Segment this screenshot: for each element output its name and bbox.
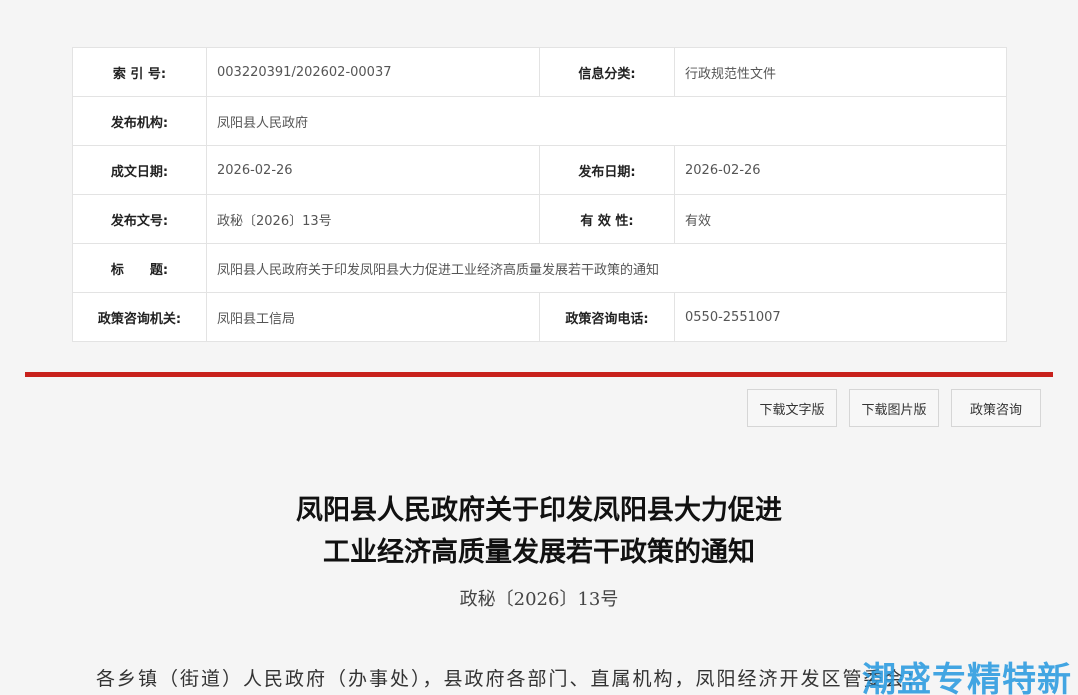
written-date-value: 2026-02-26 <box>206 145 540 195</box>
document-title: 凤阳县人民政府关于印发凤阳县大力促进 工业经济高质量发展若干政策的通知 <box>0 490 1078 574</box>
issuing-agency-label: 发布机构: <box>72 96 207 146</box>
consult-agency-label: 政策咨询机关: <box>72 292 207 342</box>
table-row: 标 题: 凤阳县人民政府关于印发凤阳县大力促进工业经济高质量发展若干政策的通知 <box>72 243 1007 293</box>
table-row: 发布机构: 凤阳县人民政府 <box>72 96 1007 146</box>
download-image-button[interactable]: 下载图片版 <box>849 389 939 427</box>
title-value: 凤阳县人民政府关于印发凤阳县大力促进工业经济高质量发展若干政策的通知 <box>206 243 1007 293</box>
issuing-agency-value: 凤阳县人民政府 <box>206 96 1007 146</box>
table-row: 成文日期: 2026-02-26 发布日期: 2026-02-26 <box>72 145 1007 195</box>
consult-phone-label: 政策咨询电话: <box>539 292 675 342</box>
consult-agency-value: 凤阳县工信局 <box>206 292 540 342</box>
info-category-value: 行政规范性文件 <box>674 47 1007 97</box>
document-title-line2: 工业经济高质量发展若干政策的通知 <box>323 537 755 568</box>
table-row: 索 引 号: 003220391/202602-00037 信息分类: 行政规范… <box>72 47 1007 97</box>
download-text-button[interactable]: 下载文字版 <box>747 389 837 427</box>
publish-date-label: 发布日期: <box>539 145 675 195</box>
info-category-label: 信息分类: <box>539 47 675 97</box>
validity-label: 有 效 性: <box>539 194 675 244</box>
document-number: 政秘〔2026〕13号 <box>459 589 619 610</box>
publish-date-value: 2026-02-26 <box>674 145 1007 195</box>
consult-phone-value: 0550-2551007 <box>674 292 1007 342</box>
document-number-label: 发布文号: <box>72 194 207 244</box>
watermark-logo: 潮盛专精特新 <box>862 660 1072 695</box>
validity-value: 有效 <box>674 194 1007 244</box>
document-info-table: 索 引 号: 003220391/202602-00037 信息分类: 行政规范… <box>72 47 1007 342</box>
document-title-line1: 凤阳县人民政府关于印发凤阳县大力促进 <box>296 495 782 526</box>
title-label: 标 题: <box>72 243 207 293</box>
written-date-label: 成文日期: <box>72 145 207 195</box>
table-row: 政策咨询机关: 凤阳县工信局 政策咨询电话: 0550-2551007 <box>72 292 1007 342</box>
index-number-label: 索 引 号: <box>72 47 207 97</box>
document-number-value: 政秘〔2026〕13号 <box>206 194 540 244</box>
red-divider <box>25 372 1053 377</box>
table-row: 发布文号: 政秘〔2026〕13号 有 效 性: 有效 <box>72 194 1007 244</box>
index-number-value: 003220391/202602-00037 <box>206 47 540 97</box>
policy-consult-button[interactable]: 政策咨询 <box>951 389 1041 427</box>
